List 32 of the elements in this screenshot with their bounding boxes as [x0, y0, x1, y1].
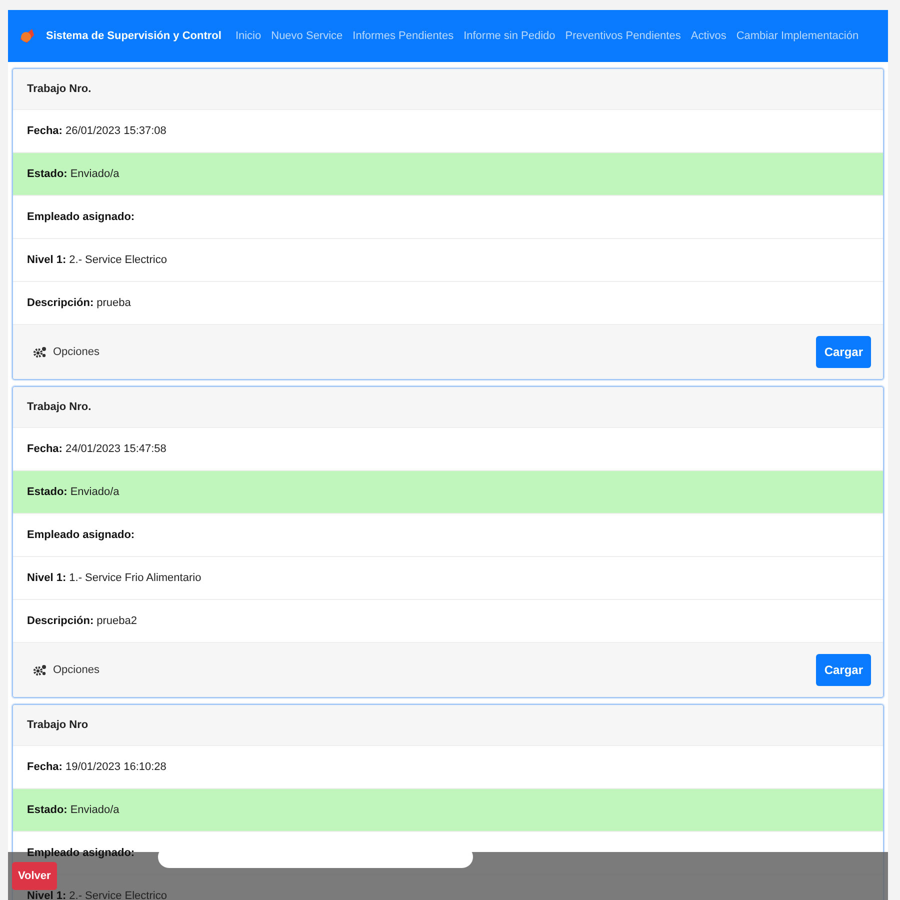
options-link[interactable]: Opciones	[33, 664, 100, 676]
field-text: Nivel 1: 2.- Service Electrico	[27, 890, 167, 900]
field-text: Nivel 1: 2.- Service Electrico	[27, 254, 167, 266]
gears-icon	[33, 664, 47, 676]
field-text: Estado: Enviado/a	[27, 804, 120, 816]
logo-icon	[18, 27, 36, 45]
gears-icon	[33, 346, 47, 358]
volver-button[interactable]: Volver	[12, 862, 57, 890]
nav-link[interactable]: Informes Pendientes	[352, 30, 454, 42]
field-text: Fecha: 19/01/2023 16:10:28	[27, 761, 166, 773]
field-text: Fecha: 26/01/2023 15:37:08	[27, 125, 166, 137]
field-text: Estado: Enviado/a	[27, 486, 120, 498]
nav-link[interactable]: Inicio	[235, 30, 262, 42]
cargar-button[interactable]: Cargar	[816, 336, 871, 368]
card-header: Trabajo Nro.	[13, 387, 883, 428]
nav-link[interactable]: Informe sin Pedido	[464, 30, 556, 42]
nav-link[interactable]: Preventivos Pendientes	[565, 30, 681, 42]
options-link[interactable]: Opciones	[33, 346, 100, 358]
nav-link[interactable]: Activos	[690, 30, 726, 42]
cargar-button[interactable]: Cargar	[816, 654, 871, 686]
nav-link[interactable]: Nuevo Service	[271, 30, 343, 42]
field-text: Empleado asignado:	[27, 211, 136, 223]
card-header: Trabajo Nro	[13, 705, 883, 746]
field-text: Fecha: 24/01/2023 15:47:58	[27, 443, 166, 455]
nav-link[interactable]: Cambiar Implementación	[736, 30, 859, 42]
field-text: Descripción: prueba	[27, 297, 131, 309]
field-text: Descripción: prueba2	[27, 615, 138, 627]
field-text: Nivel 1: 1.- Service Frio Alimentario	[27, 572, 202, 584]
field-text: Empleado asignado:	[27, 529, 136, 541]
card-header: Trabajo Nro.	[13, 69, 883, 110]
brand-title[interactable]: Sistema de Supervisión y Control	[46, 30, 222, 42]
field-text: Estado: Enviado/a	[27, 168, 120, 180]
